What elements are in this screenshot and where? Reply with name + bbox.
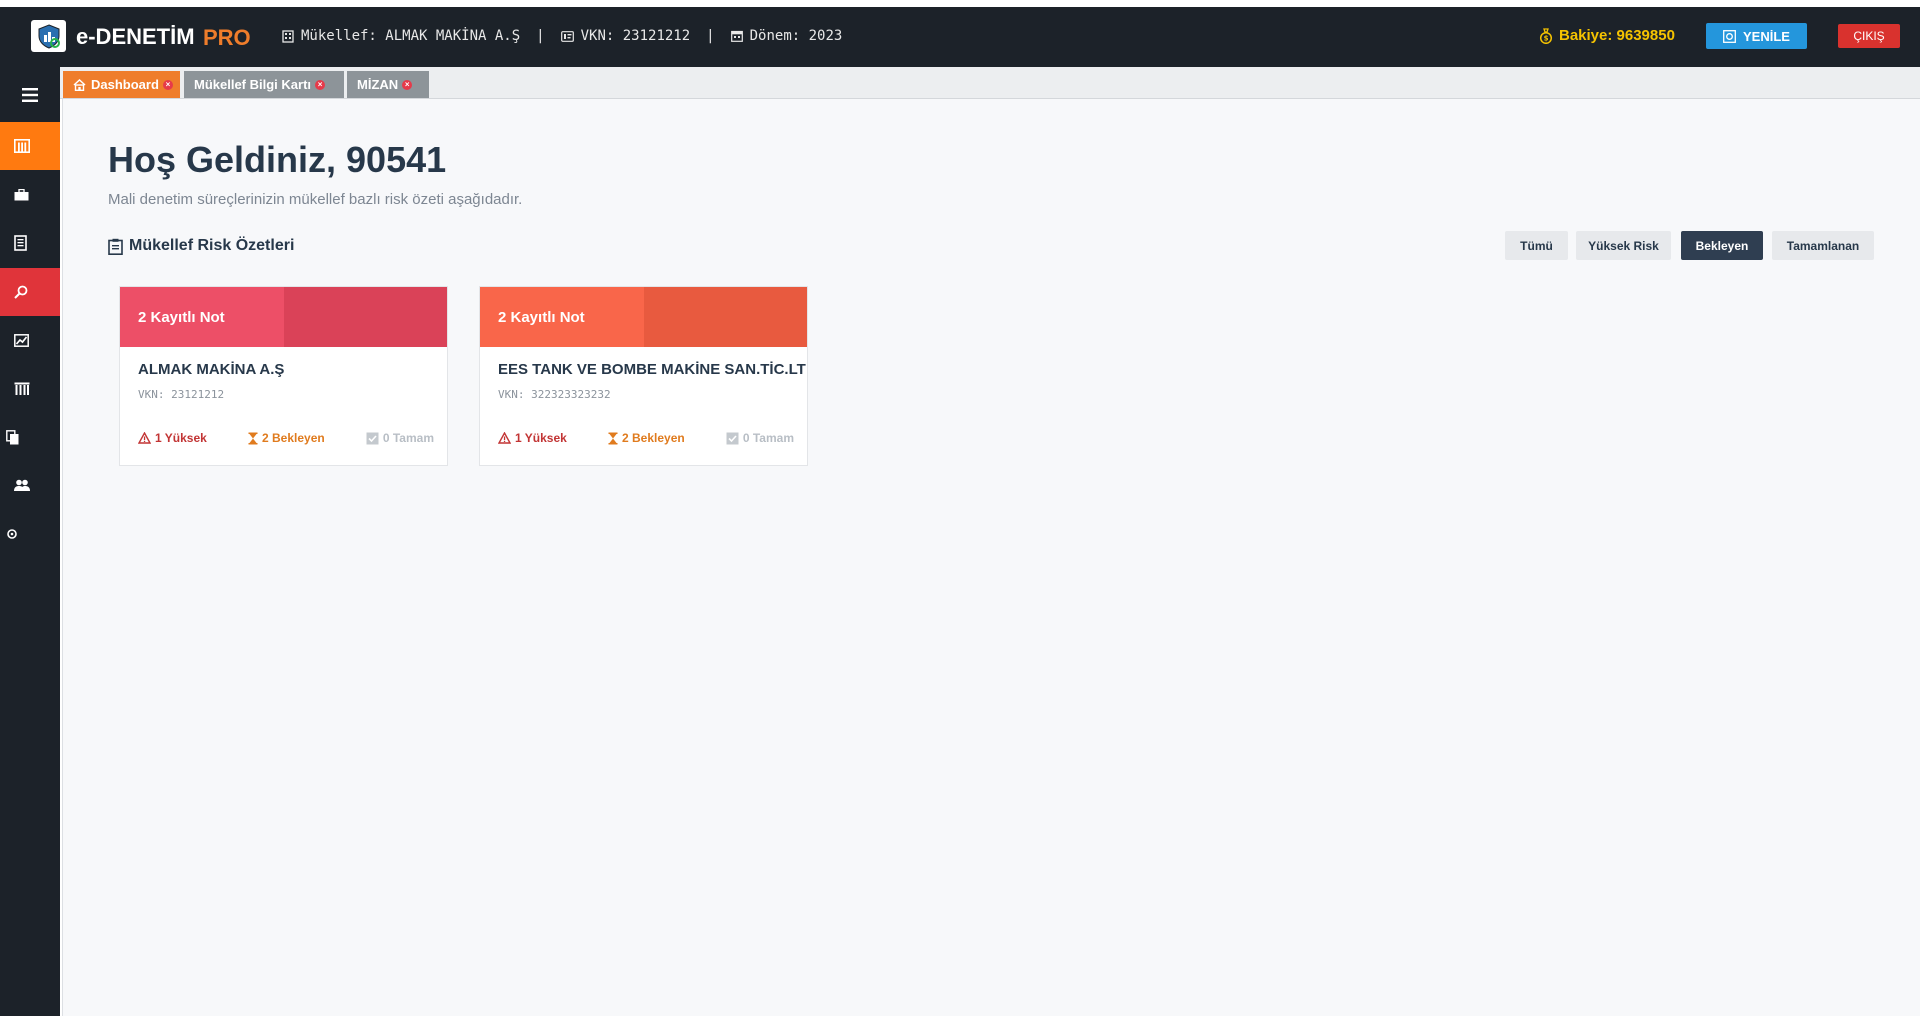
- stat-pending: 2 Bekleyen: [608, 431, 685, 445]
- svg-text:$: $: [1544, 34, 1549, 42]
- sidebar-item-search[interactable]: [0, 268, 60, 316]
- home-icon: [73, 78, 86, 91]
- sidebar-item-analytics[interactable]: [0, 316, 60, 364]
- file-stack-icon: [6, 429, 19, 444]
- card-header-fill: [644, 287, 807, 347]
- main-content: Hoş Geldiniz, 90541 Mali denetim süreçle…: [62, 99, 1920, 1016]
- app-edition: PRO: [203, 25, 251, 50]
- filter-all-button[interactable]: Tümü: [1505, 231, 1568, 260]
- sidebar-item-records[interactable]: [0, 413, 60, 461]
- calendar-icon: [730, 30, 743, 42]
- hourglass-icon: [248, 432, 258, 444]
- id-card-icon: [560, 30, 574, 42]
- close-icon[interactable]: ×: [162, 79, 173, 90]
- tab-taxpayer-card[interactable]: Mükellef Bilgi Kartı ×: [184, 71, 344, 98]
- section-title-text: Mükellef Risk Özetleri: [129, 237, 295, 254]
- users-icon: [14, 479, 30, 491]
- checkbox-icon: [726, 432, 739, 444]
- stat-pending: 2 Bekleyen: [248, 431, 325, 445]
- refresh-icon: [1723, 29, 1736, 43]
- bank-icon: [14, 382, 30, 395]
- close-icon[interactable]: ×: [315, 79, 326, 90]
- hamburger-icon: [22, 87, 38, 102]
- stat-high-text: 1 Yüksek: [155, 431, 207, 445]
- stat-high-text: 1 Yüksek: [515, 431, 567, 445]
- close-icon[interactable]: ×: [402, 79, 413, 90]
- card-header-fill: [284, 287, 447, 347]
- separator: |: [536, 28, 545, 44]
- tab-strip: Dashboard × Mükellef Bilgi Kartı × MİZAN…: [60, 67, 1920, 99]
- refresh-label: YENİLE: [1743, 28, 1790, 44]
- balance-text: Bakiye: 9639850: [1559, 27, 1675, 44]
- taxpayer-text: Mükellef: ALMAK MAKİNA A.Ş: [301, 28, 521, 44]
- card-note-count: 2 Kayıtlı Not: [120, 287, 284, 347]
- stat-done: 0 Tamam: [366, 431, 434, 445]
- app-name: e-DENETİM: [76, 24, 195, 49]
- period-text: Dönem: 2023: [749, 28, 843, 44]
- page-title: Hoş Geldiniz, 90541: [108, 139, 447, 180]
- hourglass-icon: [608, 432, 618, 444]
- tab-label: Dashboard: [91, 77, 159, 92]
- sidebar: [0, 67, 60, 1016]
- section-title: Mükellef Risk Özetleri: [108, 237, 294, 255]
- stat-pending-text: 2 Bekleyen: [261, 431, 325, 445]
- tab-mizan[interactable]: MİZAN ×: [347, 71, 429, 98]
- app-logo[interactable]: [31, 20, 66, 52]
- gear-icon: [7, 529, 17, 539]
- card-vkn: VKN: 23121212: [138, 388, 225, 401]
- sidebar-item-portfolio[interactable]: [0, 171, 60, 219]
- card-vkn: VKN: 322323323232: [498, 388, 611, 401]
- sidebar-item-documents[interactable]: [0, 219, 60, 267]
- stat-pending-text: 2 Bekleyen: [621, 431, 685, 445]
- card-header: 2 Kayıtlı Not: [120, 287, 447, 347]
- sidebar-item-dashboard[interactable]: [0, 122, 60, 170]
- filter-pending-button[interactable]: Bekleyen: [1681, 231, 1763, 260]
- checkbox-icon: [366, 432, 379, 444]
- stat-done-text: 0 Tamam: [742, 431, 794, 445]
- search-icon: [14, 285, 28, 299]
- sidebar-item-bank[interactable]: [0, 365, 60, 413]
- chart-icon: [14, 333, 29, 347]
- building-icon: [282, 29, 294, 43]
- taxpayer-info: Mükellef: ALMAK MAKİNA A.Ş: [282, 28, 520, 44]
- taxpayer-risk-card[interactable]: 2 Kayıtlı Not ALMAK MAKİNA A.Ş VKN: 2312…: [119, 286, 448, 466]
- refresh-button[interactable]: YENİLE: [1706, 23, 1807, 49]
- stat-done-text: 0 Tamam: [382, 431, 434, 445]
- card-stats: 1 Yüksek 2 Bekleyen 0 Tamam: [138, 431, 434, 445]
- document-icon: [14, 235, 27, 251]
- card-taxpayer-name: EES TANK VE BOMBE MAKİNE SAN.TİC.LT: [498, 361, 806, 378]
- menu-toggle-button[interactable]: [0, 67, 60, 122]
- sidebar-item-settings[interactable]: [0, 510, 60, 558]
- briefcase-icon: [14, 189, 29, 201]
- taxpayer-risk-card[interactable]: 2 Kayıtlı Not EES TANK VE BOMBE MAKİNE S…: [479, 286, 808, 466]
- balance-display: $ Bakiye: 9639850: [1539, 27, 1675, 44]
- top-bar: e-DENETİM PRO Mükellef: ALMAK MAKİNA A.Ş…: [0, 7, 1920, 67]
- filter-high-risk-button[interactable]: Yüksek Risk: [1576, 231, 1671, 260]
- filter-completed-button[interactable]: Tamamlanan: [1772, 231, 1874, 260]
- vkn-info: VKN: 23121212: [560, 28, 691, 44]
- building-icon: [14, 139, 30, 153]
- card-header: 2 Kayıtlı Not: [480, 287, 807, 347]
- clipboard-icon: [108, 238, 123, 255]
- logout-button[interactable]: ÇIKIŞ: [1838, 24, 1900, 48]
- card-note-count: 2 Kayıtlı Not: [480, 287, 644, 347]
- sidebar-item-users[interactable]: [0, 461, 60, 509]
- separator: |: [706, 28, 715, 44]
- tab-label: MİZAN: [357, 77, 399, 92]
- warning-icon: [138, 432, 151, 444]
- money-bag-icon: $: [1539, 27, 1553, 44]
- stat-done: 0 Tamam: [726, 431, 794, 445]
- shield-chart-icon: [38, 24, 60, 49]
- tab-label: Mükellef Bilgi Kartı: [194, 77, 312, 92]
- context-info: Mükellef: ALMAK MAKİNA A.Ş | VKN: 231212…: [282, 28, 842, 44]
- vkn-text: VKN: 23121212: [580, 28, 691, 44]
- period-info: Dönem: 2023: [730, 28, 843, 44]
- page-subtitle: Mali denetim süreçlerinizin mükellef baz…: [108, 191, 523, 208]
- card-taxpayer-name: ALMAK MAKİNA A.Ş: [138, 361, 285, 378]
- stat-high-risk: 1 Yüksek: [138, 431, 207, 445]
- card-stats: 1 Yüksek 2 Bekleyen 0 Tamam: [498, 431, 794, 445]
- stat-high-risk: 1 Yüksek: [498, 431, 567, 445]
- tab-dashboard[interactable]: Dashboard ×: [63, 71, 180, 98]
- warning-icon: [498, 432, 511, 444]
